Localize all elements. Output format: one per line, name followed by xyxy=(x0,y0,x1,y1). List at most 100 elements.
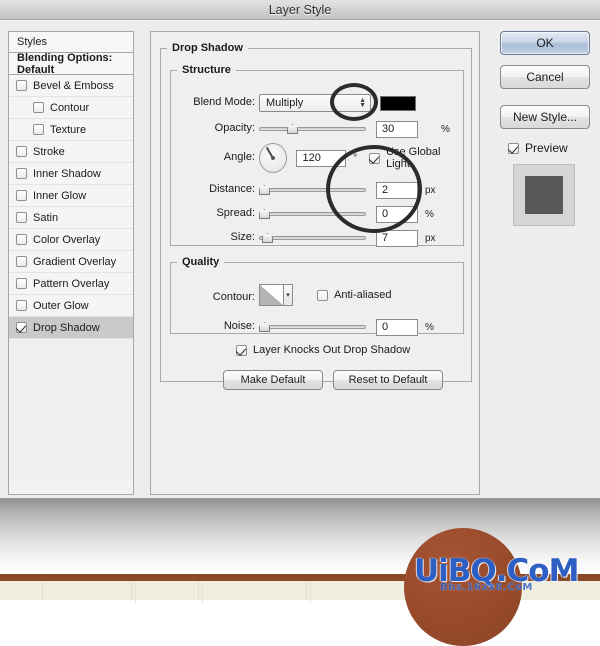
sidebar-item-label: Outer Glow xyxy=(33,300,89,312)
spread-value: 0 xyxy=(382,208,388,220)
effects-list: Bevel & Emboss Contour Texture Stroke Inner … xyxy=(8,75,134,495)
opacity-slider[interactable] xyxy=(259,122,366,136)
angle-dial[interactable] xyxy=(259,143,287,173)
noise-slider-thumb[interactable] xyxy=(259,322,270,332)
sidebar-item-stroke[interactable]: Stroke xyxy=(9,141,133,163)
distance-slider-thumb[interactable] xyxy=(259,185,270,195)
contour-preview xyxy=(260,285,283,305)
sidebar-item-inner-shadow[interactable]: Inner Shadow xyxy=(9,163,133,185)
layer-style-dialog: Layer Style Styles Blending Options: Def… xyxy=(0,0,600,499)
preview-swatch xyxy=(513,164,575,226)
sidebar-item-blending-options[interactable]: Blending Options: Default xyxy=(8,53,134,75)
effect-checkbox[interactable] xyxy=(16,278,27,289)
spread-slider-thumb[interactable] xyxy=(259,209,270,219)
structure-group-title: Structure xyxy=(177,64,236,76)
sidebar-item-label: Stroke xyxy=(33,146,65,158)
blend-mode-label: Blend Mode: xyxy=(177,96,255,108)
sidebar-item-label: Texture xyxy=(50,124,86,136)
sidebar-item-bevel-emboss[interactable]: Bevel & Emboss xyxy=(9,75,133,97)
styles-sidebar: Styles Blending Options: Default Bevel &… xyxy=(8,31,134,495)
sidebar-item-label: Inner Shadow xyxy=(33,168,101,180)
make-default-button[interactable]: Make Default xyxy=(223,370,323,390)
opacity-slider-track xyxy=(259,127,366,131)
sidebar-item-label: Contour xyxy=(50,102,89,114)
preview-checkbox[interactable] xyxy=(508,143,519,154)
distance-label: Distance: xyxy=(177,183,255,195)
noise-slider[interactable] xyxy=(259,320,366,334)
use-global-light-checkbox[interactable] xyxy=(369,153,380,164)
effect-checkbox[interactable] xyxy=(16,234,27,245)
size-slider-track xyxy=(259,236,366,240)
noise-unit: % xyxy=(425,322,434,333)
drop-shadow-group: Drop Shadow Structure Blend Mode: Multip… xyxy=(160,42,472,382)
anti-aliased-checkbox[interactable] xyxy=(317,290,328,301)
size-input[interactable]: 7 xyxy=(376,230,418,247)
dialog-titlebar[interactable]: Layer Style xyxy=(0,0,600,20)
effect-checkbox[interactable] xyxy=(16,168,27,179)
effect-checkbox[interactable] xyxy=(16,212,27,223)
anti-aliased-label: Anti-aliased xyxy=(334,289,391,301)
distance-slider[interactable] xyxy=(259,183,366,197)
sidebar-item-label: Gradient Overlay xyxy=(33,256,116,268)
layer-knocks-out-label: Layer Knocks Out Drop Shadow xyxy=(253,344,410,356)
angle-unit: ° xyxy=(353,153,357,164)
use-global-light-label: Use Global Light xyxy=(386,146,463,170)
sidebar-item-label: Inner Glow xyxy=(33,190,86,202)
opacity-input[interactable]: 30 xyxy=(376,121,418,138)
dialog-buttons-column: OK Cancel New Style... Preview xyxy=(500,31,592,226)
ok-button[interactable]: OK xyxy=(500,31,590,55)
chevron-down-icon[interactable]: ▾ xyxy=(283,285,292,305)
sidebar-item-satin[interactable]: Satin xyxy=(9,207,133,229)
sidebar-item-inner-glow[interactable]: Inner Glow xyxy=(9,185,133,207)
effect-checkbox[interactable] xyxy=(16,256,27,267)
spread-slider[interactable] xyxy=(259,207,366,221)
angle-input[interactable]: 120 xyxy=(296,150,346,167)
spread-input[interactable]: 0 xyxy=(376,206,418,223)
effect-checkbox[interactable] xyxy=(16,300,27,311)
size-slider[interactable] xyxy=(259,231,366,245)
structure-group: Structure Blend Mode: Multiply ▲▼ Opacit… xyxy=(170,64,464,246)
quality-group-title: Quality xyxy=(177,256,224,268)
drop-shadow-settings-panel: Drop Shadow Structure Blend Mode: Multip… xyxy=(150,31,480,495)
distance-unit: px xyxy=(425,185,436,196)
styles-header[interactable]: Styles xyxy=(8,31,134,53)
distance-input[interactable]: 2 xyxy=(376,182,418,199)
contour-label: Contour: xyxy=(177,291,255,303)
preview-row[interactable]: Preview xyxy=(508,141,592,155)
effect-checkbox[interactable] xyxy=(33,124,44,135)
blend-mode-value: Multiply xyxy=(266,97,303,109)
sidebar-item-texture[interactable]: Texture xyxy=(9,119,133,141)
size-slider-thumb[interactable] xyxy=(262,233,273,243)
reset-to-default-button[interactable]: Reset to Default xyxy=(333,370,443,390)
noise-label: Noise: xyxy=(177,320,255,332)
contour-picker[interactable]: ▾ xyxy=(259,284,293,306)
sidebar-item-label: Color Overlay xyxy=(33,234,100,246)
sidebar-item-label: Bevel & Emboss xyxy=(33,80,114,92)
sidebar-item-contour[interactable]: Contour xyxy=(9,97,133,119)
effect-checkbox[interactable] xyxy=(16,146,27,157)
effect-checkbox[interactable] xyxy=(16,322,27,333)
effect-checkbox[interactable] xyxy=(16,80,27,91)
new-style-button[interactable]: New Style... xyxy=(500,105,590,129)
sidebar-item-outer-glow[interactable]: Outer Glow xyxy=(9,295,133,317)
blend-mode-select[interactable]: Multiply ▲▼ xyxy=(259,94,371,112)
noise-input[interactable]: 0 xyxy=(376,319,418,336)
drop-shadow-group-title: Drop Shadow xyxy=(167,42,248,54)
effect-checkbox[interactable] xyxy=(33,102,44,113)
preview-swatch-inner xyxy=(525,176,563,214)
spread-unit: % xyxy=(425,209,434,220)
layer-knocks-out-checkbox[interactable] xyxy=(236,345,247,356)
shadow-color-swatch[interactable] xyxy=(380,96,416,111)
spread-slider-track xyxy=(259,212,366,216)
cancel-button[interactable]: Cancel xyxy=(500,65,590,89)
sidebar-item-drop-shadow[interactable]: Drop Shadow xyxy=(9,317,133,339)
angle-label: Angle: xyxy=(177,151,255,163)
sidebar-item-gradient-overlay[interactable]: Gradient Overlay xyxy=(9,251,133,273)
sidebar-item-color-overlay[interactable]: Color Overlay xyxy=(9,229,133,251)
sidebar-item-pattern-overlay[interactable]: Pattern Overlay xyxy=(9,273,133,295)
effect-checkbox[interactable] xyxy=(16,190,27,201)
layer-knocks-out-row[interactable]: Layer Knocks Out Drop Shadow xyxy=(236,344,410,356)
distance-value: 2 xyxy=(382,184,388,196)
chevron-updown-icon: ▲▼ xyxy=(359,98,366,108)
opacity-slider-thumb[interactable] xyxy=(287,124,298,134)
